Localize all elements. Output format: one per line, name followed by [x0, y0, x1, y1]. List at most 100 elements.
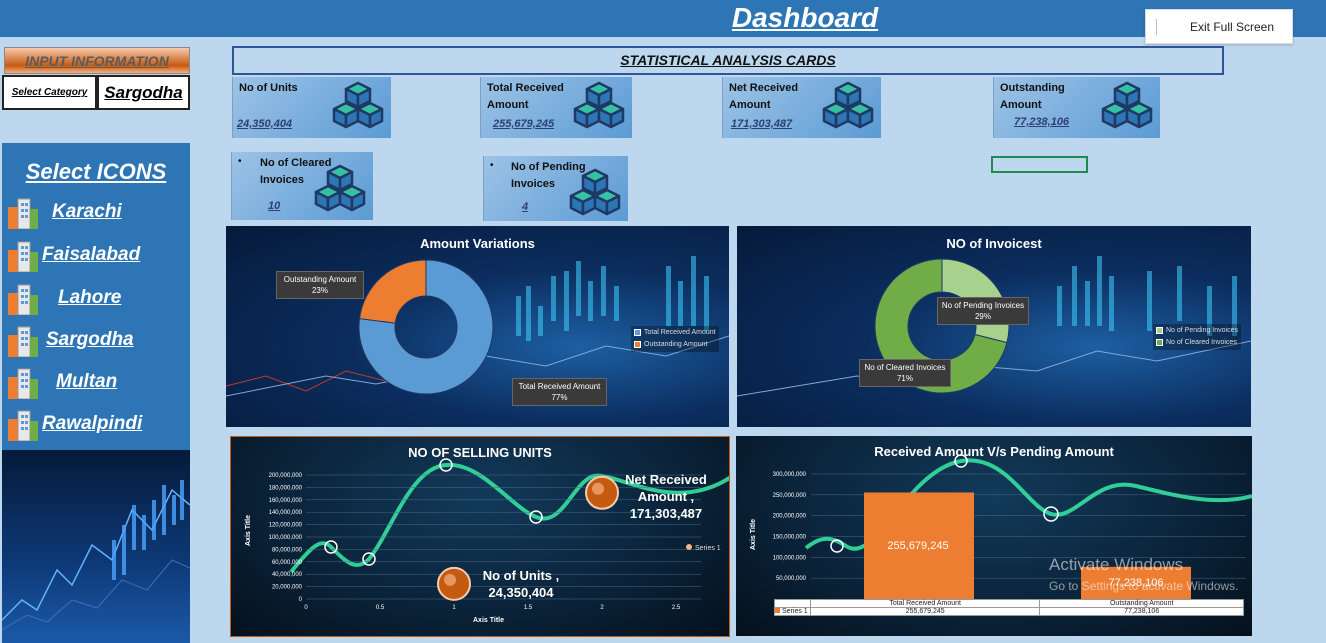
selling-units-chart[interactable]: 0 20,000,000 40,000,000 60,000,000 80,000,00… [230, 436, 730, 637]
legend-item-outstanding: Outstanding Amount [634, 339, 716, 351]
exit-full-screen-button[interactable]: Exit Full Screen [1145, 9, 1293, 44]
table-header: Total Received Amount [809, 599, 1041, 608]
y-tick-label: 80,000,000 [272, 547, 303, 553]
cubes-icon [332, 81, 384, 129]
data-label-pending: No of Pending Invoices 29% [937, 297, 1029, 325]
chart-title: Received Amount V/s Pending Amount [874, 444, 1114, 459]
building-icon [6, 281, 38, 316]
card-value: 4 [522, 201, 529, 213]
input-information-header: INPUT INFORMATION [4, 47, 190, 74]
amount-variations-donut [358, 259, 494, 395]
card-label: Total Received Amount [487, 82, 564, 111]
card-outstanding-amount: Outstanding Amount 77,238,106 [993, 77, 1160, 138]
city-button-karachi[interactable]: Karachi [6, 195, 122, 230]
city-button-sargodha[interactable]: Sargodha [6, 323, 134, 358]
city-label: Sargodha [46, 329, 134, 350]
y-tick-label: 250,000,000 [773, 493, 807, 499]
card-total-received-amount: Total Received Amount 255,679,245 [480, 77, 632, 138]
y-axis-title: Axis Title [245, 515, 252, 546]
y-tick-label: 120,000,000 [269, 523, 303, 529]
y-tick-label: 150,000,000 [773, 535, 807, 541]
select-icons-panel: Select ICONS Karachi Faisalabad Lahore S… [2, 143, 190, 450]
card-value: 77,238,106 [1014, 116, 1070, 128]
data-label-cleared: No of Cleared Invoices 71% [859, 359, 951, 387]
y-tick-label: 140,000,000 [269, 510, 303, 516]
card-label: No of Units [239, 82, 298, 94]
card-value: 171,303,487 [731, 118, 793, 130]
x-tick-label: 2.5 [672, 605, 681, 611]
bullet-icon: • [490, 160, 494, 171]
bar-label-total-received: 255,679,245 [887, 540, 949, 552]
donut-slice-outstanding-amount [358, 259, 427, 324]
x-axis-title: Axis Title [473, 617, 504, 624]
y-tick-label: 60,000,000 [272, 560, 303, 566]
y-tick-label: 180,000,000 [269, 485, 303, 491]
chart-title: NO OF SELLING UNITS [408, 445, 552, 460]
building-icon [6, 195, 38, 230]
card-label: Net Received Amount [729, 82, 799, 111]
city-label: Karachi [52, 201, 122, 222]
select-category-label: Select Category [2, 75, 97, 110]
title-bar [0, 0, 1326, 37]
y-tick-label: 20,000,000 [272, 585, 303, 591]
y-tick-label: 200,000,000 [269, 473, 303, 479]
table-header: Outstanding Amount [1039, 599, 1244, 608]
received-vs-pending-chart[interactable]: 50,000,000 100,000,000 150,000,000 200,000,… [736, 436, 1252, 636]
y-tick-label: 160,000,000 [269, 498, 303, 504]
x-tick-label: 1.5 [524, 605, 533, 611]
city-button-multan[interactable]: Multan [6, 365, 118, 400]
building-icon [6, 365, 38, 400]
table-cell: 255,679,245 [809, 607, 1041, 616]
building-icon [6, 407, 38, 442]
cubes-icon [314, 164, 366, 212]
category-value-cell[interactable]: Sargodha [97, 75, 190, 110]
legend-item-pending: No of Pending Invoices [1156, 325, 1238, 337]
decorative-stock-chart-image [2, 450, 190, 643]
building-icon [6, 323, 38, 358]
city-label: Lahore [58, 287, 122, 308]
selected-cell[interactable] [991, 156, 1088, 173]
select-icons-title: Select ICONS [25, 159, 167, 184]
selling-units-plot: 0 20,000,000 40,000,000 60,000,000 80,000,00… [269, 458, 729, 611]
legend-item-cleared: No of Cleared Invoices [1156, 337, 1238, 349]
data-label-net-received: Net Received Amount , 171,303,487 [625, 472, 707, 521]
city-label: Faisalabad [42, 244, 141, 265]
cubes-icon [1101, 81, 1153, 129]
invoices-chart[interactable]: NO of Invoicest No of Pending Invoices 29… [737, 226, 1251, 427]
chart-title: Amount Variations [420, 236, 535, 251]
x-tick-label: 0 [304, 605, 308, 611]
city-button-rawalpindi[interactable]: Rawalpindi [6, 407, 142, 442]
chart-legend: No of Pending Invoices No of Cleared Inv… [1153, 324, 1241, 350]
chart-title: NO of Invoicest [946, 236, 1042, 251]
x-tick-label: 2 [600, 605, 604, 611]
cubes-icon [569, 168, 621, 216]
data-label-total-received: Total Received Amount 77% [512, 378, 607, 406]
y-tick-label: 100,000,000 [269, 535, 303, 541]
city-button-faisalabad[interactable]: Faisalabad [6, 238, 141, 273]
chart-legend: Series 1 [686, 544, 721, 552]
building-icon [6, 238, 38, 273]
table-series-cell: Series 1 [774, 607, 811, 616]
card-no-of-units: No of Units 24,350,404 [232, 77, 391, 138]
statistical-analysis-header: STATISTICAL ANALYSIS CARDS [232, 46, 1224, 75]
data-label-no-of-units: No of Units , 24,350,404 [482, 568, 560, 600]
city-label: Multan [56, 371, 118, 392]
card-label: Outstanding Amount [1000, 82, 1065, 111]
card-no-of-cleared-invoices: No of Cleared Invoices • 10 [231, 152, 373, 220]
table-corner-cell [774, 599, 811, 608]
amount-variations-chart[interactable]: Amount Variations Outstanding Amount 23% … [226, 226, 729, 427]
city-button-lahore[interactable]: Lahore [6, 281, 122, 316]
chart-legend: Total Received Amount Outstanding Amount [631, 326, 719, 352]
activate-windows-watermark: Activate Windows Go to Settings to activ… [1049, 555, 1239, 593]
x-tick-label: 1 [452, 605, 456, 611]
x-tick-label: 0.5 [376, 605, 385, 611]
cubes-icon [573, 81, 625, 129]
data-table: Total Received Amount Outstanding Amount… [774, 599, 1244, 616]
scatter-point [437, 566, 471, 601]
y-tick-label: 40,000,000 [272, 572, 303, 578]
card-value: 24,350,404 [237, 118, 293, 130]
cubes-icon [822, 81, 874, 129]
y-tick-label: 300,000,000 [773, 472, 807, 478]
card-value: 10 [268, 200, 281, 212]
data-label-outstanding: Outstanding Amount 23% [276, 271, 364, 299]
